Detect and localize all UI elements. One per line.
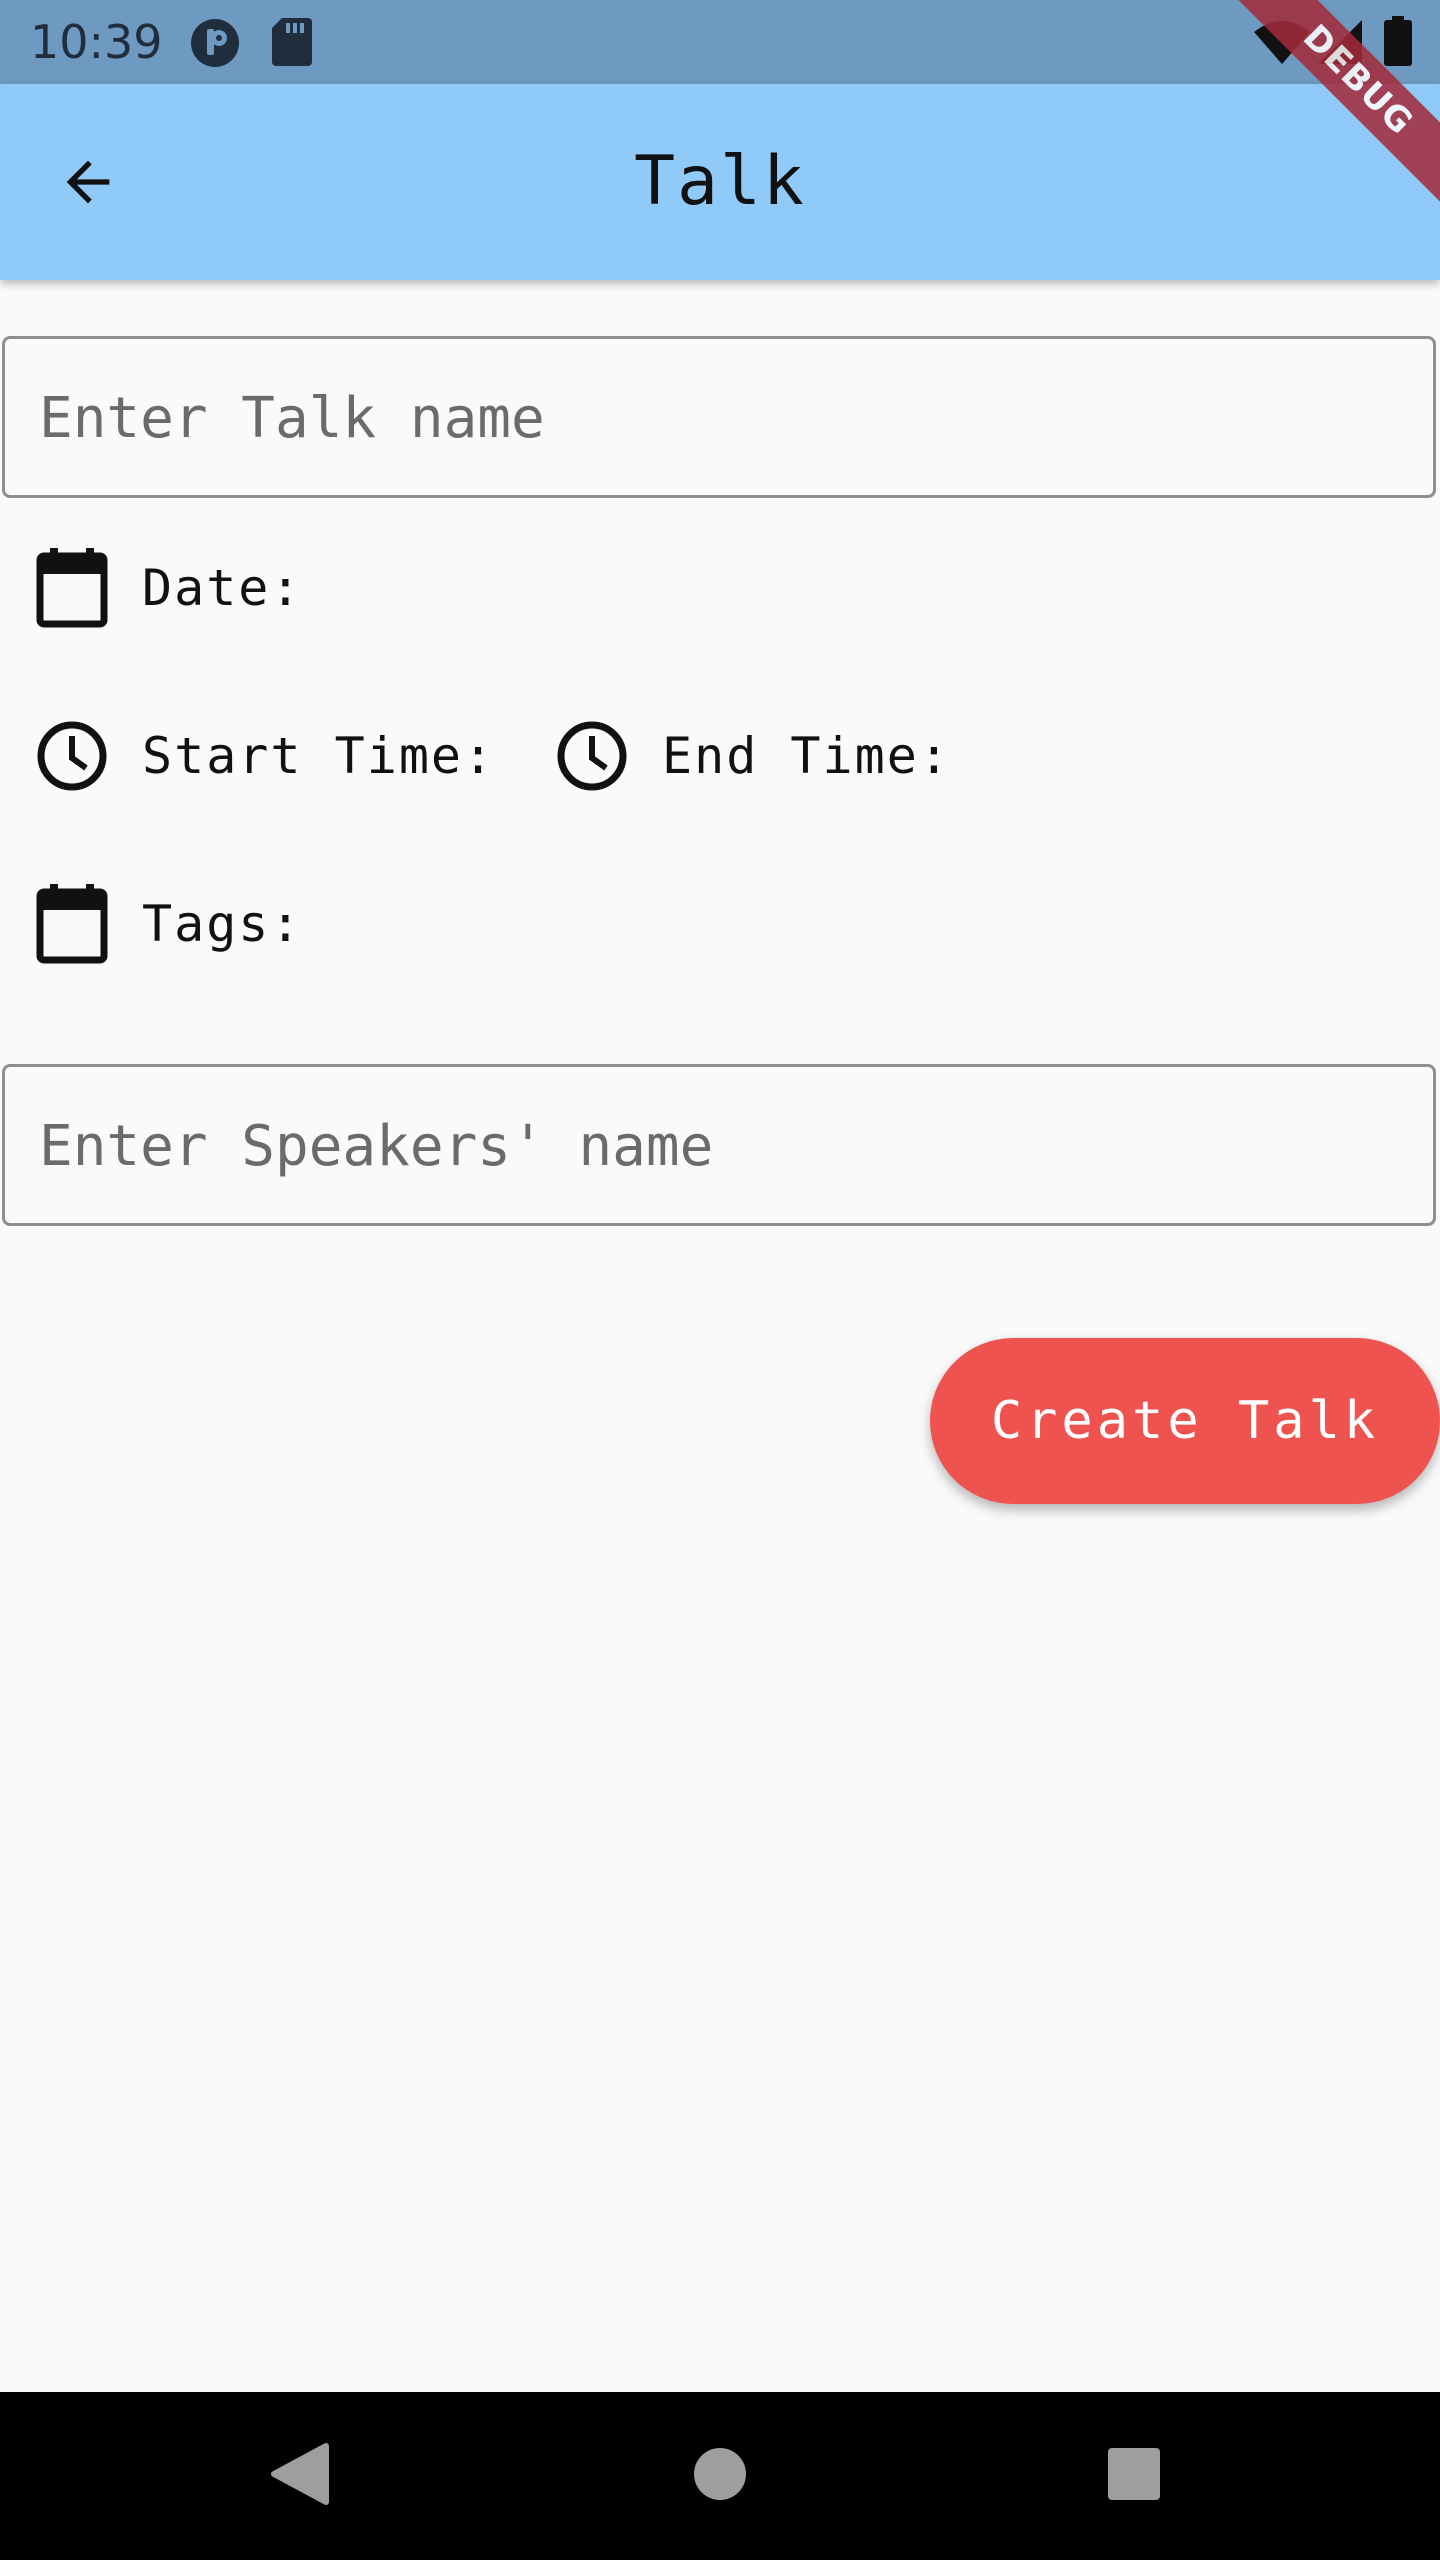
speakers-name-input[interactable] bbox=[37, 1067, 1401, 1225]
date-row[interactable]: Date: bbox=[36, 548, 303, 628]
tags-label: Tags: bbox=[142, 895, 303, 953]
calendar-icon bbox=[36, 548, 108, 628]
status-time: 10:39 bbox=[30, 15, 163, 69]
end-time-label: End Time: bbox=[662, 727, 951, 785]
nav-back-icon bbox=[270, 2442, 330, 2510]
nav-home-icon bbox=[693, 2447, 747, 2505]
speakers-name-field[interactable] bbox=[2, 1064, 1436, 1226]
start-time-label: Start Time: bbox=[142, 727, 496, 785]
date-label: Date: bbox=[142, 559, 303, 617]
nav-recents-icon bbox=[1107, 2447, 1161, 2505]
start-time-row[interactable]: Start Time: bbox=[36, 716, 495, 796]
podcast-icon bbox=[190, 18, 240, 72]
status-bar: 10:39 bbox=[0, 0, 1440, 84]
talk-name-field[interactable] bbox=[2, 336, 1436, 498]
nav-recents-button[interactable] bbox=[1084, 2426, 1184, 2526]
signal-icon bbox=[1318, 20, 1362, 68]
nav-home-button[interactable] bbox=[670, 2426, 770, 2526]
talk-name-input[interactable] bbox=[37, 339, 1401, 497]
page-title: Talk bbox=[634, 142, 806, 221]
clock-icon bbox=[36, 716, 108, 796]
battery-icon bbox=[1384, 16, 1412, 70]
system-nav-bar bbox=[0, 2392, 1440, 2560]
app-bar: Talk bbox=[0, 84, 1440, 280]
calendar-icon bbox=[36, 884, 108, 964]
nav-back-button[interactable] bbox=[250, 2426, 350, 2526]
create-talk-button[interactable]: Create Talk bbox=[930, 1338, 1440, 1504]
clock-icon bbox=[556, 716, 628, 796]
wifi-icon bbox=[1254, 20, 1310, 68]
tags-row[interactable]: Tags: bbox=[36, 884, 303, 964]
end-time-row[interactable]: End Time: bbox=[556, 716, 951, 796]
sd-card-icon bbox=[272, 18, 312, 70]
